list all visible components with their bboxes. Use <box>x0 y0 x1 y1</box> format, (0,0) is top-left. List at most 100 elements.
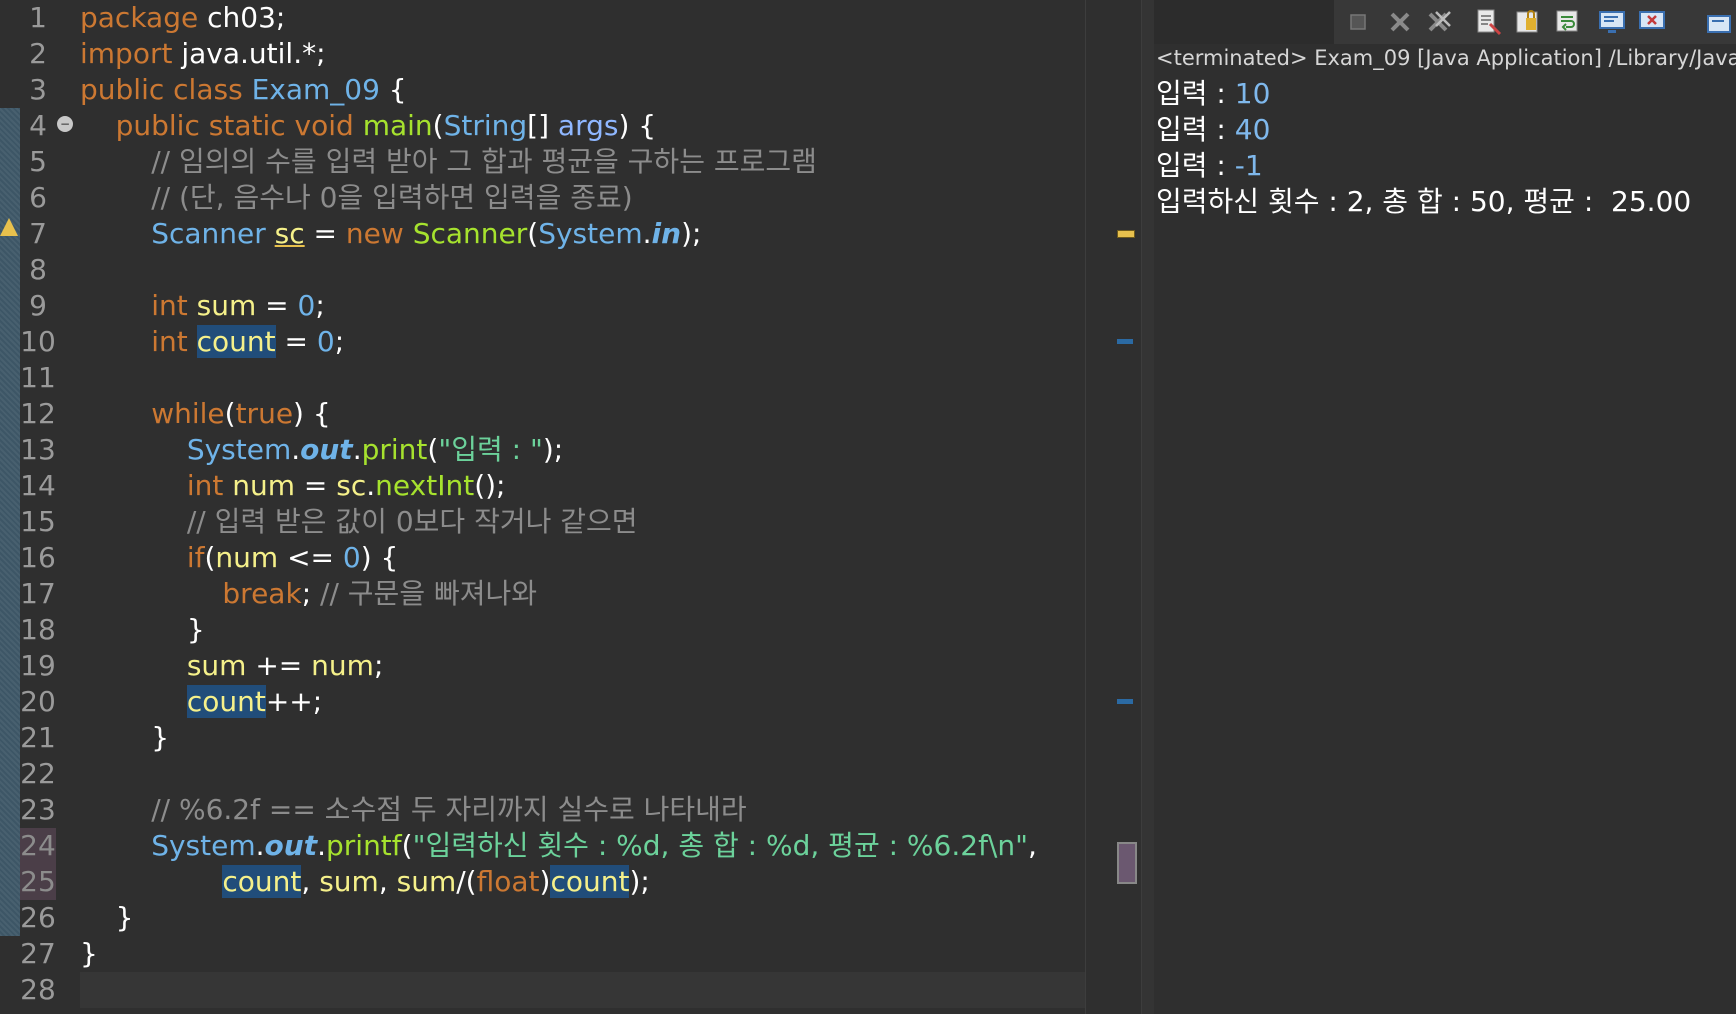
warning-marker[interactable] <box>1117 230 1135 238</box>
line-number: 8 <box>29 253 47 286</box>
variable-occurrence: count <box>550 865 630 898</box>
code-line: int num = sc.nextInt(); <box>80 468 1080 504</box>
line-number: 20 <box>20 685 56 718</box>
line-number: 17 <box>20 577 56 610</box>
keyword: int <box>151 325 188 358</box>
remove-launch-icon[interactable] <box>1384 6 1416 38</box>
class-name: Exam_09 <box>251 73 380 106</box>
code-text: ; <box>373 649 384 682</box>
code-line: if(num <= 0) { <box>80 540 1080 576</box>
variable: sc <box>274 217 305 250</box>
keyword: public class <box>80 73 243 106</box>
variable-occurrence: count <box>186 685 266 718</box>
line-number: 16 <box>20 541 56 574</box>
code-text: (); <box>474 469 506 502</box>
console-view[interactable]: <terminated> Exam_09 [Java Application] … <box>1154 0 1736 1014</box>
overview-ruler[interactable] <box>1085 0 1142 1014</box>
code-text: . <box>317 829 326 862</box>
clear-console-icon[interactable] <box>1472 6 1504 38</box>
code-text: , <box>301 865 320 898</box>
occurrence-marker[interactable] <box>1117 699 1133 704</box>
code-line: // 입력 받은 값이 0보다 작거나 같으면 <box>80 504 1080 540</box>
method-name: main <box>362 109 433 142</box>
code-line: count++; <box>80 684 1080 720</box>
comment: // %6.2f == 소수점 두 자리까지 실수로 나타내라 <box>151 793 747 826</box>
code-text: } <box>115 901 134 934</box>
console-line: 입력 : 40 <box>1156 112 1691 148</box>
terminate-icon[interactable] <box>1342 6 1374 38</box>
code-text: . <box>366 469 376 502</box>
static-field: in <box>651 217 682 250</box>
console-prompt: 입력 : <box>1156 113 1235 146</box>
scroll-thumb[interactable] <box>1117 842 1137 884</box>
word-wrap-icon[interactable] <box>1552 6 1584 38</box>
code-line: sum += num; <box>80 648 1080 684</box>
variable: sum <box>319 865 379 898</box>
code-line: // 임의의 수를 입력 받아 그 합과 평균을 구하는 프로그램 <box>80 144 1080 180</box>
console-prompt: 입력 : <box>1156 149 1235 182</box>
line-number: 19 <box>20 649 56 682</box>
scroll-lock-icon[interactable] <box>1512 6 1544 38</box>
parameter: args <box>557 109 619 142</box>
line-number: 26 <box>20 901 56 934</box>
code-line: public static void main(String[] args) { <box>80 108 1080 144</box>
toolbar-spacer <box>1154 0 1334 44</box>
keyword: while <box>151 397 225 430</box>
code-text: ) { <box>293 397 331 430</box>
class-name: System <box>538 217 643 250</box>
code-text: <= <box>278 541 343 574</box>
open-console-icon[interactable] <box>1702 6 1734 38</box>
variable: num <box>232 469 296 502</box>
line-number: 11 <box>20 361 56 394</box>
line-number: 3 <box>29 73 47 106</box>
code-text: } <box>151 721 170 754</box>
occurrence-marker[interactable] <box>1117 339 1133 344</box>
code-text: , <box>378 865 397 898</box>
code-text: ( <box>224 397 236 430</box>
code-editor[interactable]: 1 2 3 4 5 6 7 8 9 10 11 12 13 14 15 16 1… <box>0 0 1085 1014</box>
remove-all-icon[interactable] <box>1424 6 1456 38</box>
console-input: -1 <box>1234 149 1263 182</box>
console-output[interactable]: 입력 : 10 입력 : 40 입력 : -1 입력하신 횟수 : 2, 총 합… <box>1156 76 1691 220</box>
show-console-icon[interactable] <box>1596 6 1628 38</box>
code-text: = <box>256 289 298 322</box>
warning-icon[interactable] <box>0 218 18 236</box>
comment: // 구문을 빠져나와 <box>320 577 538 610</box>
code-text: = <box>295 469 337 502</box>
console-input: 10 <box>1234 77 1271 110</box>
code-line: while(true) { <box>80 396 1080 432</box>
string-literal: "입력하신 횟수 : %d, 총 합 : %d, 평균 : %6.2f\n" <box>412 829 1028 862</box>
console-result: 입력하신 횟수 : 2, 총 합 : 50, 평균 : 25.00 <box>1156 185 1692 218</box>
line-number: 10 <box>20 325 56 358</box>
code-text: ++; <box>265 685 323 718</box>
code-text: ( <box>401 829 413 862</box>
view-sash[interactable] <box>1142 0 1154 1014</box>
line-number: 1 <box>29 1 47 34</box>
code-text: ) { <box>618 109 657 142</box>
code-line: System.out.printf("입력하신 횟수 : %d, 총 합 : %… <box>80 828 1080 864</box>
collapse-icon[interactable]: − <box>57 116 73 132</box>
type-name: String <box>443 109 528 142</box>
line-number: 15 <box>20 505 56 538</box>
console-input: 40 <box>1234 113 1271 146</box>
line-number: 9 <box>29 289 47 322</box>
keyword: int <box>186 469 224 502</box>
line-number: 5 <box>29 145 47 178</box>
number-literal: 0 <box>316 325 335 358</box>
code-text: ; <box>315 289 325 322</box>
divider <box>1085 0 1086 1014</box>
code-text: ); <box>681 217 702 250</box>
variable: num <box>215 541 279 574</box>
console-line: 입력 : 10 <box>1156 76 1691 112</box>
code-text: += <box>246 649 312 682</box>
code-area[interactable]: package ch03; import java.util.*; public… <box>80 0 1080 1008</box>
keyword: true <box>235 397 294 430</box>
pin-console-icon[interactable] <box>1636 6 1668 38</box>
code-text: . <box>291 433 301 466</box>
class-name: System <box>151 829 256 862</box>
number-literal: 0 <box>297 289 316 322</box>
static-field: out <box>264 829 318 862</box>
code-text: [] <box>527 109 558 142</box>
